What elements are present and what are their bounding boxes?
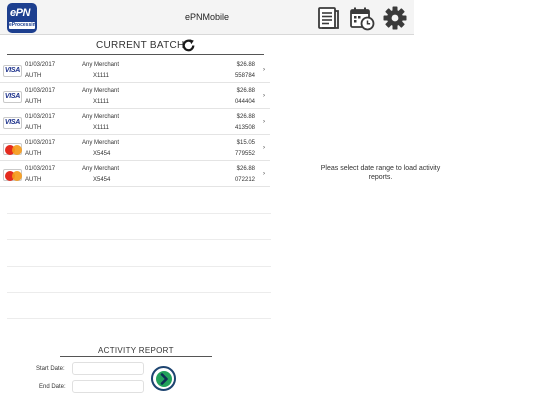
transaction-type: AUTH (25, 177, 42, 183)
gear-icon[interactable] (382, 5, 408, 31)
report-divider (60, 356, 212, 357)
transaction-amount: $26.88 (236, 166, 255, 172)
transaction-card-number: X1111 (93, 125, 110, 131)
transaction-card-number: X5454 (93, 151, 111, 157)
end-date-label: End Date: (39, 384, 66, 390)
transaction-row[interactable]: VISA 01/03/2017 AUTH Any Merchant X1111 … (0, 83, 270, 109)
batch-divider (7, 54, 264, 55)
visa-card-icon: VISA (3, 91, 22, 103)
transaction-reference: 044404 (234, 99, 255, 105)
transaction-type: AUTH (25, 73, 42, 79)
activity-report-title: ACTIVITY REPORT (98, 346, 174, 355)
calendar-clock-icon[interactable] (349, 5, 375, 31)
chevron-right-icon: › (263, 119, 265, 125)
empty-row (7, 188, 271, 215)
load-report-button[interactable] (151, 366, 176, 391)
transaction-row[interactable]: VISA 01/03/2017 AUTH Any Merchant X1111 … (0, 57, 270, 83)
transaction-reference: 072212 (234, 177, 255, 183)
transaction-date: 01/03/2017 (25, 166, 56, 172)
refresh-icon[interactable] (181, 38, 196, 53)
visa-card-icon: VISA (3, 65, 22, 77)
start-date-input[interactable] (72, 362, 144, 375)
end-date-input[interactable] (72, 380, 144, 393)
transaction-row[interactable]: 01/03/2017 AUTH Any Merchant X5454 $15.0… (0, 135, 270, 161)
transaction-merchant: Any Merchant (82, 114, 120, 120)
transaction-merchant: Any Merchant (82, 166, 120, 172)
transaction-amount: $15.05 (236, 140, 255, 146)
transaction-date: 01/03/2017 (25, 88, 56, 94)
select-date-message: Pleas select date range to load activity… (320, 165, 441, 181)
navigation-bar: ePN eProcessing ePNMobile (0, 0, 414, 35)
transaction-reference: 413508 (234, 125, 255, 131)
arrow-right-icon (155, 370, 172, 387)
transaction-amount: $26.88 (236, 114, 255, 120)
transaction-date: 01/03/2017 (25, 140, 56, 146)
transaction-type: AUTH (25, 125, 42, 131)
chevron-right-icon: › (263, 67, 265, 73)
transaction-merchant: Any Merchant (82, 140, 120, 146)
empty-row (7, 267, 271, 293)
current-batch-title: CURRENT BATCH (96, 40, 185, 51)
visa-card-icon: VISA (3, 117, 22, 129)
transaction-merchant: Any Merchant (82, 88, 120, 94)
empty-row (7, 240, 271, 267)
chevron-right-icon: › (263, 93, 265, 99)
transaction-amount: $26.88 (236, 62, 255, 68)
transaction-merchant: Any Merchant (82, 62, 120, 68)
transaction-type: AUTH (25, 151, 42, 157)
report-icon[interactable] (316, 5, 342, 31)
mastercard-icon (3, 169, 22, 181)
transaction-card-number: X1111 (93, 73, 110, 79)
transaction-reference: 779552 (234, 151, 255, 157)
transaction-row[interactable]: VISA 01/03/2017 AUTH Any Merchant X1111 … (0, 109, 270, 135)
transaction-reference: 558784 (234, 73, 255, 79)
transaction-type: AUTH (25, 99, 42, 105)
transaction-card-number: X5454 (93, 177, 111, 183)
mastercard-icon (3, 143, 22, 155)
empty-row (7, 293, 271, 319)
start-date-label: Start Date: (36, 366, 65, 372)
logo-subtext: eProcessing (9, 22, 37, 29)
transaction-amount: $26.88 (236, 88, 255, 94)
chevron-right-icon: › (263, 171, 265, 177)
empty-row (7, 214, 271, 241)
empty-list-rows (7, 188, 271, 319)
transaction-card-number: X1111 (93, 99, 110, 105)
chevron-right-icon: › (263, 145, 265, 151)
transaction-date: 01/03/2017 (25, 114, 56, 120)
transaction-list: VISA 01/03/2017 AUTH Any Merchant X1111 … (0, 57, 270, 187)
transaction-date: 01/03/2017 (25, 62, 56, 68)
transaction-row[interactable]: 01/03/2017 AUTH Any Merchant X5454 $26.8… (0, 161, 270, 187)
